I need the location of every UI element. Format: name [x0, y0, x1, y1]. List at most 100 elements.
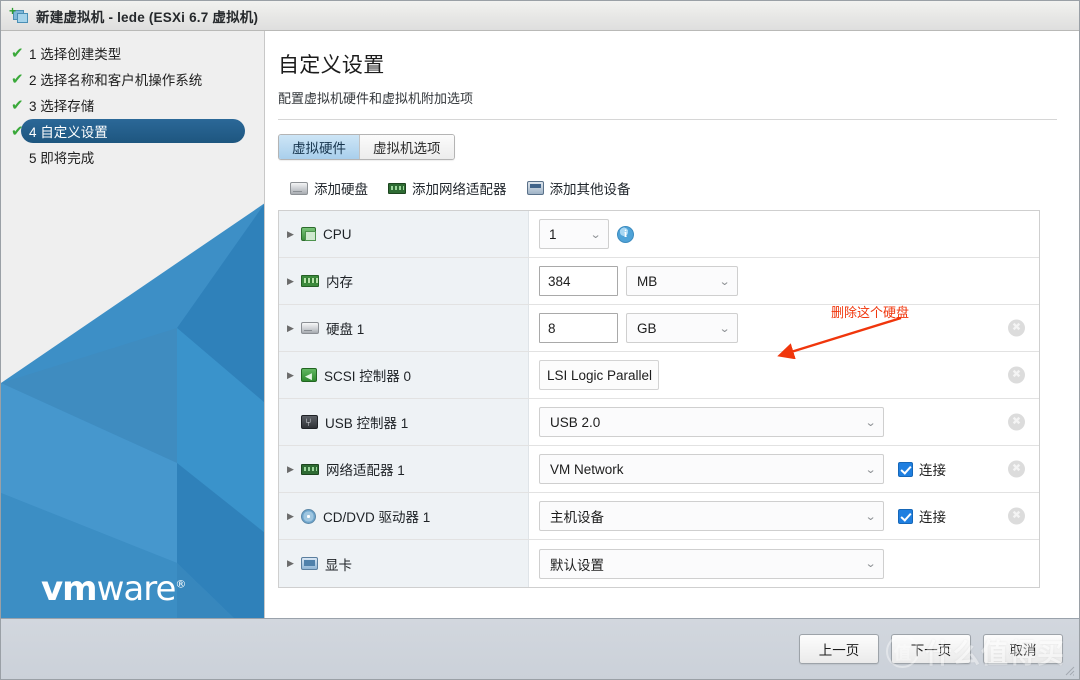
- table-row: ▶ SCSI 控制器 0 LSI Logic Parallel ✖: [279, 352, 1039, 399]
- new-vm-icon: +: [9, 5, 29, 25]
- network-adapter-icon: [388, 182, 406, 194]
- device-name: 显卡: [325, 557, 352, 573]
- device-label-memory: ▶ 内存: [279, 258, 529, 304]
- tab-bar: 虚拟硬件 虚拟机选项: [278, 134, 455, 160]
- vmware-new-vm-wizard: + 新建虚拟机 - lede (ESXi 6.7 虚拟机) vmware® ✔ …: [0, 0, 1080, 680]
- step-check-icon: ✔: [11, 96, 24, 114]
- remove-hard-disk-1-button[interactable]: ✖: [1008, 319, 1025, 337]
- cancel-button[interactable]: 取消: [983, 634, 1063, 664]
- step-check-icon: ✔: [11, 70, 24, 88]
- add-other-device-button[interactable]: 添加其他设备: [526, 178, 631, 198]
- video-card-select[interactable]: 默认设置 ⌄: [539, 548, 884, 579]
- window-titlebar: + 新建虚拟机 - lede (ESXi 6.7 虚拟机): [1, 1, 1079, 31]
- other-device-icon: [526, 181, 544, 195]
- cpu-icon: [301, 227, 316, 241]
- device-name: 内存: [326, 275, 353, 290]
- tab-vm-options[interactable]: 虚拟机选项: [360, 135, 454, 159]
- table-row: ▶ 网络适配器 1 VM Network ⌄ 连接 ✖: [279, 446, 1039, 493]
- cd-dvd-connect-checkbox[interactable]: [898, 508, 913, 524]
- network-select[interactable]: VM Network ⌄: [539, 454, 884, 484]
- wizard-content: 自定义设置 配置虚拟机硬件和虚拟机附加选项 虚拟硬件 虚拟机选项 添加硬盘 添加…: [266, 31, 1079, 648]
- table-row: ▶ CPU 1 ⌄ i: [279, 211, 1039, 258]
- vmware-logo: vmware®: [41, 569, 186, 609]
- add-network-adapter-label: 添加网络适配器: [412, 182, 507, 197]
- sidebar-step-2[interactable]: ✔ 2 选择名称和客户机操作系统: [1, 67, 264, 91]
- expand-chevron-icon[interactable]: ▶: [287, 511, 301, 521]
- memory-unit-value: MB: [637, 273, 658, 289]
- expand-chevron-icon[interactable]: ▶: [287, 229, 301, 239]
- sidebar-step-4[interactable]: ✔ 4 自定义设置: [1, 119, 245, 143]
- step-check-icon: ✔: [11, 44, 24, 62]
- tab-virtual-hardware[interactable]: 虚拟硬件: [279, 135, 360, 159]
- remove-scsi-controller-0-button[interactable]: ✖: [1008, 366, 1025, 384]
- remove-usb-controller-1-button[interactable]: ✖: [1008, 413, 1025, 431]
- device-control-scsi-controller-0: LSI Logic Parallel ✖: [529, 352, 1039, 398]
- device-label-network-adapter-1: ▶ 网络适配器 1: [279, 446, 529, 492]
- add-network-adapter-button[interactable]: 添加网络适配器: [388, 178, 507, 198]
- video-card-value: 默认设置: [550, 557, 604, 573]
- sidebar-step-5[interactable]: 5 即将完成: [1, 145, 264, 169]
- expand-chevron-icon[interactable]: ▶: [287, 370, 301, 380]
- video-card-icon: [301, 557, 318, 570]
- remove-network-adapter-1-button[interactable]: ✖: [1008, 460, 1025, 478]
- remove-cd-dvd-drive-1-button[interactable]: ✖: [1008, 507, 1025, 525]
- expand-chevron-icon[interactable]: ▶: [287, 323, 301, 333]
- wizard-step-list: ✔ 1 选择创建类型 ✔ 2 选择名称和客户机操作系统 ✔ 3 选择存储 ✔ 4…: [1, 41, 264, 171]
- device-name: SCSI 控制器 0: [324, 369, 412, 384]
- disk-unit-value: GB: [637, 320, 657, 336]
- scsi-controller-icon: [301, 368, 317, 383]
- page-subtitle: 配置虚拟机硬件和虚拟机附加选项: [278, 91, 474, 106]
- add-other-device-label: 添加其他设备: [549, 182, 631, 197]
- resize-grip-icon[interactable]: [1063, 664, 1075, 676]
- add-hard-disk-label: 添加硬盘: [314, 182, 368, 197]
- device-name: USB 控制器 1: [325, 416, 409, 431]
- table-row: ▶ USB 控制器 1 USB 2.0 ⌄ ✖: [279, 399, 1039, 446]
- table-row: ▶ CD/DVD 驱动器 1 主机设备 ⌄ 连接 ✖: [279, 493, 1039, 540]
- cd-dvd-source-select[interactable]: 主机设备 ⌄: [539, 501, 884, 531]
- expand-chevron-icon[interactable]: ▶: [287, 559, 301, 568]
- device-toolbar: 添加硬盘 添加网络适配器 添加其他设备: [278, 178, 1057, 198]
- wizard-footer: 上一页 下一页 取消: [1, 618, 1079, 679]
- wizard-body: vmware® ✔ 1 选择创建类型 ✔ 2 选择名称和客户机操作系统 ✔ 3 …: [1, 31, 1079, 648]
- chevron-down-icon: ⌄: [864, 510, 877, 523]
- table-row: ▶ 硬盘 1 8 GB ⌄ ✖: [279, 305, 1039, 352]
- sidebar-step-label: 5 即将完成: [29, 151, 95, 166]
- expand-chevron-icon[interactable]: ▶: [287, 464, 301, 474]
- chevron-down-icon: ⌄: [718, 322, 731, 335]
- chevron-down-icon: ⌄: [864, 558, 877, 570]
- cpu-count-select[interactable]: 1 ⌄: [539, 219, 609, 249]
- device-name: CD/DVD 驱动器 1: [323, 510, 431, 525]
- scsi-controller-type-value: LSI Logic Parallel: [539, 360, 659, 390]
- memory-size-input[interactable]: 384: [539, 266, 618, 296]
- device-label-cpu: ▶ CPU: [279, 211, 529, 257]
- device-label-hard-disk-1: ▶ 硬盘 1: [279, 305, 529, 351]
- device-control-memory: 384 MB ⌄: [529, 258, 1039, 304]
- usb-version-select[interactable]: USB 2.0 ⌄: [539, 407, 884, 437]
- network-connect-checkbox[interactable]: [898, 461, 913, 477]
- sidebar-step-label: 3 选择存储: [29, 99, 95, 114]
- wizard-sidebar: vmware® ✔ 1 选择创建类型 ✔ 2 选择名称和客户机操作系统 ✔ 3 …: [1, 31, 265, 648]
- cd-dvd-connect-checkbox-wrap[interactable]: 连接: [898, 506, 946, 526]
- chevron-down-icon: ⌄: [589, 228, 602, 241]
- device-table: ▶ CPU 1 ⌄ i ▶ 内存 384 MB ⌄ ▶ 硬盘 1 8 GB ⌄ …: [278, 210, 1040, 588]
- info-icon[interactable]: i: [617, 225, 634, 243]
- vmware-logo-reg: ®: [175, 577, 186, 591]
- disk-unit-select[interactable]: GB ⌄: [626, 313, 738, 343]
- add-hard-disk-button[interactable]: 添加硬盘: [290, 178, 368, 198]
- next-button[interactable]: 下一页: [891, 634, 971, 664]
- network-adapter-icon: [301, 463, 319, 475]
- cd-dvd-connect-label: 连接: [919, 510, 946, 525]
- network-connect-checkbox-wrap[interactable]: 连接: [898, 459, 946, 479]
- sidebar-step-1[interactable]: ✔ 1 选择创建类型: [1, 41, 264, 65]
- memory-unit-select[interactable]: MB ⌄: [626, 266, 738, 296]
- sidebar-step-3[interactable]: ✔ 3 选择存储: [1, 93, 264, 117]
- cd-dvd-source-value: 主机设备: [550, 510, 604, 525]
- disk-size-input[interactable]: 8: [539, 313, 618, 343]
- hard-disk-icon: [301, 322, 319, 334]
- previous-button[interactable]: 上一页: [799, 634, 879, 664]
- vmware-logo-ware: ware: [96, 569, 177, 609]
- expand-chevron-icon[interactable]: ▶: [287, 276, 301, 286]
- cd-dvd-icon: [301, 508, 316, 524]
- vmware-facet-graphic: vmware®: [1, 203, 264, 648]
- sidebar-step-label: 4 自定义设置: [29, 125, 108, 140]
